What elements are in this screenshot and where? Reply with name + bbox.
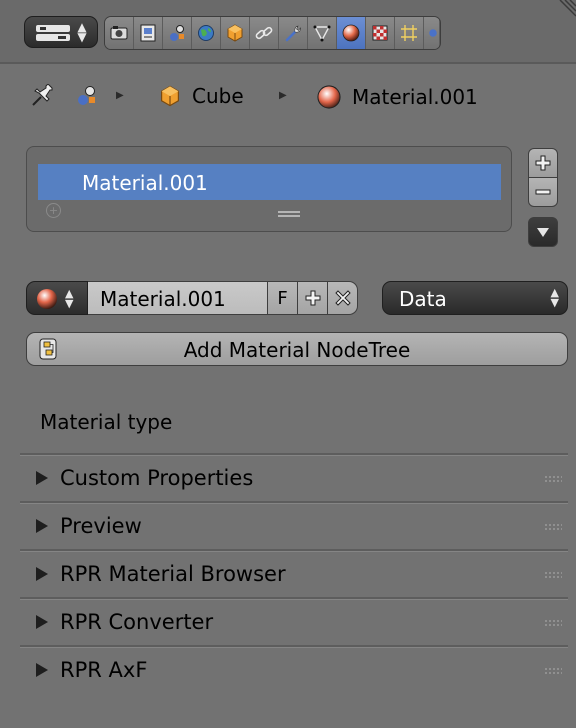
editor-type-button[interactable]: ▲ ▼	[24, 16, 98, 48]
updown-arrows-icon: ▲ ▼	[65, 287, 74, 310]
tab-physics[interactable]	[424, 17, 440, 49]
drag-grip-icon[interactable]	[544, 475, 562, 483]
expand-triangle-icon	[36, 663, 48, 677]
tab-render-layers[interactable]	[134, 17, 163, 49]
panel-rpr-converter[interactable]: RPR Converter	[20, 597, 568, 643]
breadcrumb: ▶ Cube ▶ Material.001	[28, 80, 568, 116]
drag-grip-icon[interactable]	[544, 619, 562, 627]
material-icon	[37, 289, 57, 309]
unlink-material-button[interactable]	[328, 281, 358, 315]
close-icon	[334, 290, 351, 306]
slot-specials-button[interactable]	[528, 217, 558, 247]
list-resize-grip[interactable]	[278, 211, 300, 217]
updown-arrows-icon: ▲ ▼	[77, 20, 87, 44]
fake-user-button[interactable]: F	[268, 281, 298, 315]
plus-icon	[535, 155, 551, 171]
pin-icon[interactable]	[30, 84, 56, 108]
material-icon	[317, 85, 341, 109]
triangle-down-icon	[537, 228, 549, 237]
panel-rpr-material-browser[interactable]: RPR Material Browser	[20, 549, 568, 595]
scene-icon	[76, 84, 98, 108]
context-tabs	[104, 16, 441, 50]
panel-title: RPR AxF	[60, 658, 148, 682]
panel-preview[interactable]: Preview	[20, 501, 568, 547]
tab-modifiers[interactable]	[279, 17, 308, 49]
particles-icon	[401, 25, 417, 41]
add-material-nodetree-button[interactable]: Add Material NodeTree	[26, 332, 568, 366]
expand-triangle-icon	[36, 567, 48, 581]
tab-render[interactable]	[105, 17, 134, 49]
panel-rpr-axf[interactable]: RPR AxF	[20, 645, 568, 693]
breadcrumb-object: Cube	[158, 84, 244, 108]
object-icon	[161, 85, 179, 107]
list-item[interactable]: Material.001	[38, 164, 501, 200]
modifiers-wrench-icon	[285, 25, 301, 42]
drag-grip-icon[interactable]	[544, 571, 562, 579]
breadcrumb-material: Material.001	[316, 84, 478, 110]
tab-texture[interactable]	[366, 17, 395, 49]
browse-material-button[interactable]: ▲ ▼	[26, 281, 88, 315]
plus-icon	[305, 290, 320, 306]
expand-triangle-icon	[36, 615, 48, 629]
world-icon	[198, 25, 214, 41]
material-slot-list: Material.001 +	[26, 146, 512, 232]
material-icon	[342, 24, 360, 42]
drag-grip-icon[interactable]	[544, 667, 562, 675]
material-type-label: Material type	[40, 410, 173, 434]
object-data-mesh-icon	[313, 25, 331, 42]
properties-editor: ▲ ▼ ▶ Cube ▶ Material.001 Material.001 +…	[0, 0, 576, 728]
slot-side-buttons	[528, 148, 558, 247]
panel-title: RPR Converter	[60, 610, 214, 634]
properties-header: ▲ ▼	[0, 0, 576, 64]
panel-title: Custom Properties	[60, 466, 254, 490]
panel-title: RPR Material Browser	[60, 562, 286, 586]
tab-constraints[interactable]	[250, 17, 279, 49]
breadcrumb-object-label: Cube	[192, 84, 244, 108]
drag-grip-icon[interactable]	[544, 523, 562, 531]
area-split-corner-icon[interactable]	[554, 0, 576, 22]
physics-icon	[429, 29, 437, 37]
expand-triangle-icon	[36, 471, 48, 485]
remove-slot-button[interactable]	[528, 177, 558, 207]
link-dropdown-value: Data	[399, 287, 447, 311]
tab-material[interactable]	[337, 17, 366, 49]
material-slot-label: Material.001	[82, 171, 208, 195]
breadcrumb-arrow-icon: ▶	[279, 90, 287, 101]
new-material-button[interactable]	[298, 281, 328, 315]
tab-particles[interactable]	[395, 17, 424, 49]
filter-expand-icon[interactable]: +	[46, 203, 61, 218]
scene-icon	[170, 25, 184, 41]
texture-icon	[372, 25, 388, 41]
tab-object[interactable]	[221, 17, 250, 49]
link-dropdown[interactable]: Data ▲ ▼	[382, 281, 568, 315]
breadcrumb-material-label: Material.001	[352, 85, 478, 109]
properties-editor-icon	[36, 25, 70, 41]
minus-icon	[535, 189, 551, 195]
expand-triangle-icon	[36, 519, 48, 533]
render-camera-icon	[110, 26, 128, 40]
tab-world[interactable]	[192, 17, 221, 49]
object-icon	[227, 24, 243, 42]
add-slot-button[interactable]	[528, 148, 558, 178]
tab-scene[interactable]	[163, 17, 192, 49]
panel-custom-properties[interactable]: Custom Properties	[20, 453, 568, 499]
render-layers-icon	[140, 24, 156, 42]
material-datablock-row: ▲ ▼ Material.001 F	[26, 281, 358, 315]
material-name-field[interactable]: Material.001	[88, 281, 268, 315]
panel-title: Preview	[60, 514, 142, 538]
breadcrumb-arrow-icon: ▶	[116, 90, 124, 101]
tab-object-data[interactable]	[308, 17, 337, 49]
updown-arrows-icon: ▲ ▼	[550, 286, 559, 309]
add-material-nodetree-label: Add Material NodeTree	[183, 338, 411, 362]
constraints-icon	[255, 26, 273, 40]
